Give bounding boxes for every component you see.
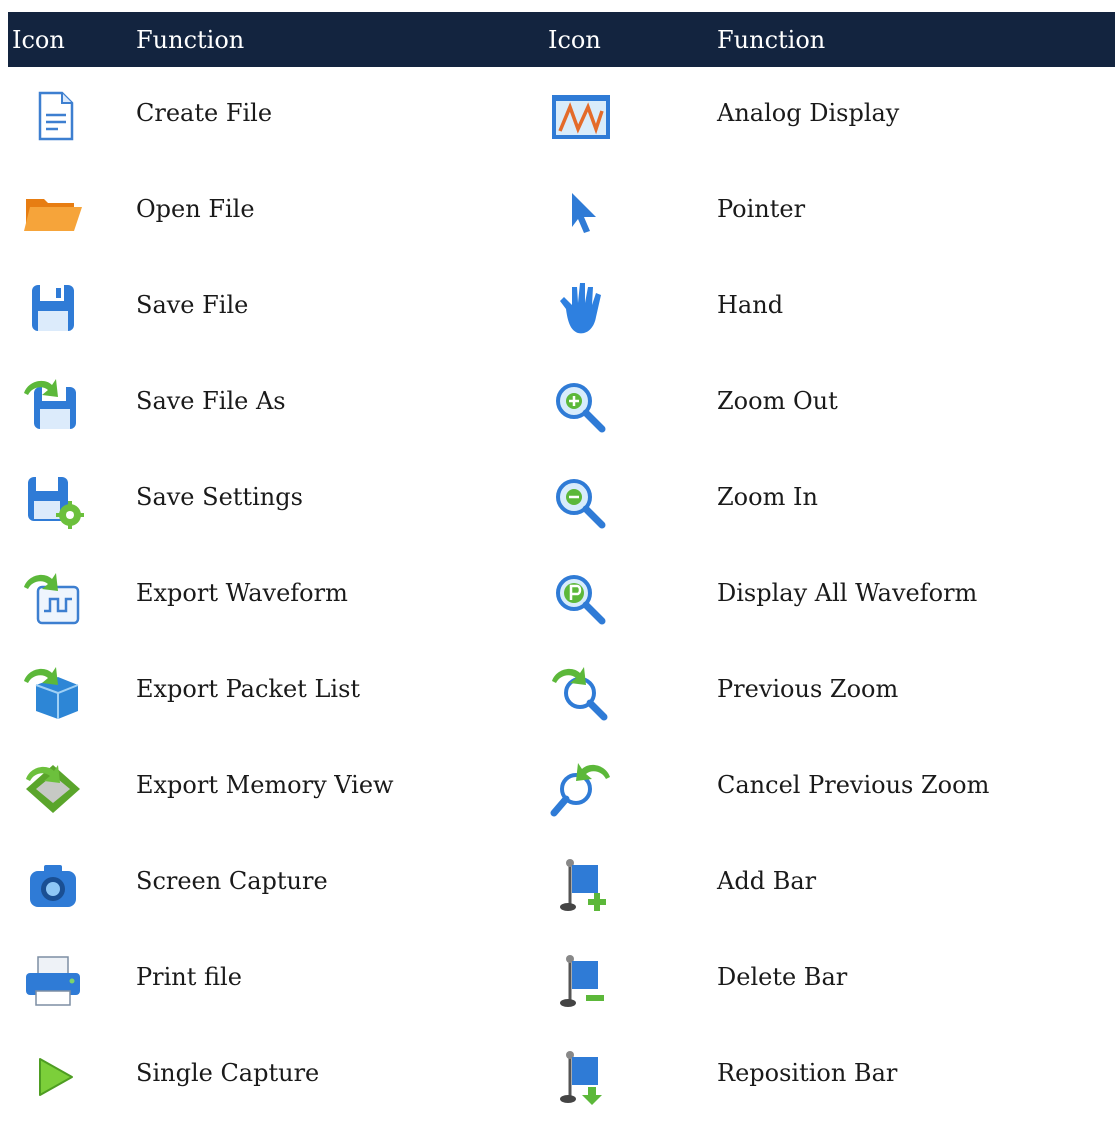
function-label: Analog Display bbox=[717, 99, 900, 127]
zoom-out-icon bbox=[548, 375, 614, 433]
function-label: Zoom Out bbox=[717, 387, 838, 415]
function-label: Reposition Bar bbox=[717, 1059, 898, 1087]
function-label: Zoom In bbox=[717, 483, 818, 511]
function-label: Open File bbox=[136, 195, 255, 223]
cancel-previous-zoom-icon bbox=[548, 759, 614, 817]
pointer-icon bbox=[548, 183, 614, 241]
table-row: Save File As Zoom Out bbox=[8, 355, 1115, 451]
table-row: Export Waveform Display All Waveform bbox=[8, 547, 1115, 643]
save-file-icon bbox=[20, 279, 86, 337]
table-row: Create File Analog Display bbox=[8, 67, 1115, 163]
function-label: Previous Zoom bbox=[717, 675, 899, 703]
function-label: Save Settings bbox=[136, 483, 303, 511]
function-label: Export Waveform bbox=[136, 579, 348, 607]
open-file-icon bbox=[20, 183, 86, 241]
previous-zoom-icon bbox=[548, 663, 614, 721]
save-file-as-icon bbox=[20, 375, 86, 433]
table-header: Icon Function Icon Function bbox=[8, 12, 1115, 67]
header-function-col-2: Function bbox=[717, 26, 826, 54]
function-label: Add Bar bbox=[717, 867, 817, 895]
function-label: Display All Waveform bbox=[717, 579, 978, 607]
function-label: Export Packet List bbox=[136, 675, 361, 703]
function-label: Hand bbox=[717, 291, 784, 319]
table-row: Save Settings Zoom In bbox=[8, 451, 1115, 547]
function-label: Create File bbox=[136, 99, 273, 127]
function-label: Single Capture bbox=[136, 1059, 320, 1087]
header-icon-col-2: Icon bbox=[548, 26, 601, 54]
table-row: Open File Pointer bbox=[8, 163, 1115, 259]
function-label: Cancel Previous Zoom bbox=[717, 771, 990, 799]
table-row: Single Capture Reposition Bar bbox=[8, 1027, 1115, 1123]
function-label: Screen Capture bbox=[136, 867, 328, 895]
screen-capture-icon bbox=[20, 855, 86, 913]
display-all-waveform-icon bbox=[548, 567, 614, 625]
function-label: Print file bbox=[136, 963, 242, 991]
table-row: Print file Delete Bar bbox=[8, 931, 1115, 1027]
hand-icon bbox=[548, 279, 614, 337]
delete-bar-icon bbox=[548, 951, 614, 1009]
table-row: Save File Hand bbox=[8, 259, 1115, 355]
zoom-in-icon bbox=[548, 471, 614, 529]
print-file-icon bbox=[20, 951, 86, 1009]
create-file-icon bbox=[20, 87, 86, 145]
function-label: Export Memory View bbox=[136, 771, 394, 799]
header-function-col-1: Function bbox=[136, 26, 245, 54]
header-icon-col-1: Icon bbox=[12, 26, 65, 54]
function-label: Delete Bar bbox=[717, 963, 848, 991]
analog-display-icon bbox=[548, 87, 614, 145]
export-waveform-icon bbox=[20, 567, 86, 625]
function-label: Save File As bbox=[136, 387, 286, 415]
function-label: Save File bbox=[136, 291, 249, 319]
table-row: Screen Capture Add Bar bbox=[8, 835, 1115, 931]
single-capture-icon bbox=[20, 1047, 86, 1105]
table-row: Export Packet List Previous Zoom bbox=[8, 643, 1115, 739]
export-memory-view-icon bbox=[20, 759, 86, 817]
function-label: Pointer bbox=[717, 195, 806, 223]
save-settings-icon bbox=[20, 471, 86, 529]
table-row: Export Memory View Cancel Previous Zoom bbox=[8, 739, 1115, 835]
add-bar-icon bbox=[548, 855, 614, 913]
reposition-bar-icon bbox=[548, 1047, 614, 1105]
export-packet-list-icon bbox=[20, 663, 86, 721]
